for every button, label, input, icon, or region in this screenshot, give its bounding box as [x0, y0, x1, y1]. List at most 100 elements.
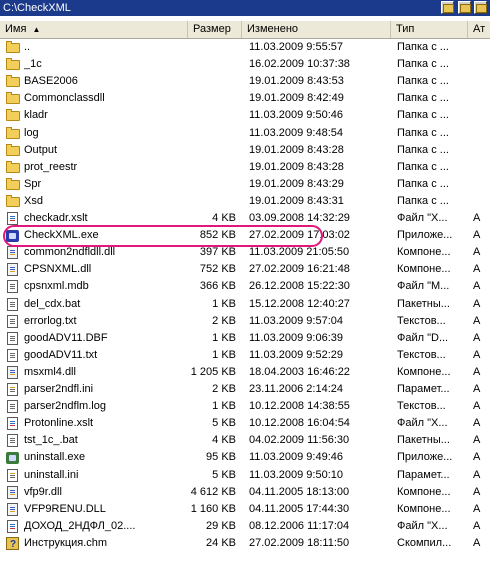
file-type: Парамет... [397, 383, 450, 395]
xml-file-icon-shape [7, 212, 18, 225]
file-type: Папка с ... [397, 144, 449, 156]
mdb-file-icon [5, 279, 20, 294]
file-type: Папка с ... [397, 75, 449, 87]
file-modified: 04.02.2009 11:56:30 [249, 434, 350, 446]
folder-icon-shape [6, 144, 20, 156]
file-row[interactable]: parser2ndfl.ini 2 KB 23.11.2006 2:14:24 Пар… [0, 381, 490, 398]
file-row[interactable]: ДОХОД_2НДФЛ_02.... 29 KB 08.12.2006 11:17:… [0, 518, 490, 535]
file-size: 852 KB [199, 229, 236, 241]
column-header-size[interactable]: Размер [188, 21, 242, 38]
folder-icon-shape [6, 109, 20, 121]
new-folder-button[interactable] [458, 1, 471, 14]
file-row[interactable]: tst_1c_.bat 4 KB 04.02.2009 11:56:30 Пакетн… [0, 432, 490, 449]
xml-file-icon-shape [7, 520, 18, 533]
file-row[interactable]: common2ndfldll.dll 397 KB 11.03.2009 21:05… [0, 244, 490, 261]
file-modified: 11.03.2009 9:48:54 [249, 127, 343, 139]
file-attributes [473, 39, 487, 56]
folder-icon-shape [6, 127, 20, 139]
folder-icon-shape [6, 92, 20, 104]
file-size: 24 KB [206, 537, 236, 549]
delete-button[interactable] [474, 1, 487, 14]
file-row[interactable]: errorlog.txt 2 KB 11.03.2009 9:57:04 Тексто… [0, 313, 490, 330]
bat-file-icon [5, 433, 20, 448]
file-size: 5 KB [212, 469, 236, 481]
file-row[interactable]: uninstall.ini 5 KB 11.03.2009 9:50:10 Парам… [0, 467, 490, 484]
folder-icon-shape [6, 75, 20, 87]
column-header-name[interactable]: Имя ▲ [0, 21, 188, 38]
file-size: 5 KB [212, 417, 236, 429]
file-modified: 04.11.2005 17:44:30 [249, 503, 350, 515]
bat-file-icon-shape [7, 434, 18, 447]
file-row[interactable]: Protonline.xslt 5 KB 10.12.2008 16:04:54 Фа… [0, 415, 490, 432]
file-row[interactable]: CheckXML.exe 852 KB 27.02.2009 17:03:02 При… [0, 227, 490, 244]
file-size [182, 176, 236, 193]
file-attributes: A [473, 246, 481, 258]
dll-file-icon [5, 262, 20, 277]
file-type: Текстов... [397, 315, 446, 327]
file-size: 1 KB [212, 298, 236, 310]
file-row[interactable]: BASE2006 19.01.2009 8:43:53 Папка с ... [0, 73, 490, 90]
file-attributes [473, 90, 487, 107]
file-type: Папка с ... [397, 41, 449, 53]
folder-icon [5, 57, 20, 72]
file-size: 366 KB [199, 280, 236, 292]
text-file-icon-shape [7, 349, 18, 362]
file-size [182, 125, 236, 142]
file-size [182, 193, 236, 210]
folder-up-button[interactable] [441, 1, 454, 14]
file-row[interactable]: kladr 11.03.2009 9:50:46 Папка с ... [0, 107, 490, 124]
file-type: Файл "М... [397, 280, 450, 292]
file-size: 752 KB [199, 263, 236, 275]
file-row[interactable]: goodADV11.DBF 1 KB 11.03.2009 9:06:39 Файл … [0, 330, 490, 347]
file-size [182, 159, 236, 176]
text-file-icon [5, 348, 20, 363]
file-row[interactable]: Инструкция.chm24 KB27.02.2009 18:11:50Ск… [0, 535, 490, 553]
file-type: Файл "Х... [397, 520, 448, 532]
file-row[interactable]: prot_reestr 19.01.2009 8:43:28 Папка с ... [0, 159, 490, 176]
file-row[interactable]: Commonclassdll 19.01.2009 8:42:49 Папка с … [0, 90, 490, 107]
file-row[interactable]: .. 11.03.2009 9:55:57 Папка с ... [0, 39, 490, 56]
file-size [182, 56, 236, 73]
file-size [182, 73, 236, 90]
file-modified: 19.01.2009 8:42:49 [249, 92, 344, 104]
file-row[interactable]: Xsd 19.01.2009 8:43:31 Папка с ... [0, 193, 490, 210]
setup-exe-icon-shape [6, 452, 19, 464]
mdb-file-icon-shape [7, 280, 18, 293]
file-size: 4 KB [212, 212, 236, 224]
file-row[interactable]: msxml4.dll 1 205 KB 18.04.2003 16:46:22 Ком… [0, 364, 490, 381]
file-row[interactable]: del_cdx.bat 1 KB 15.12.2008 12:40:27 Пакетн… [0, 296, 490, 313]
file-attributes: A [473, 451, 481, 463]
file-attributes [473, 176, 487, 193]
file-row[interactable]: log 11.03.2009 9:48:54 Папка с ... [0, 125, 490, 142]
file-row[interactable]: vfp9r.dll 4 612 KB 04.11.2005 18:13:00 Комп… [0, 484, 490, 501]
file-modified: 19.01.2009 8:43:29 [249, 178, 344, 190]
file-row[interactable]: checkadr.xslt 4 KB 03.09.2008 14:32:29 Файл… [0, 210, 490, 227]
file-row[interactable]: CPSNXML.dll 752 KB 27.02.2009 16:21:48 Комп… [0, 261, 490, 278]
file-modified: 16.02.2009 10:37:38 [249, 58, 350, 70]
column-header-modified[interactable]: Изменено [242, 21, 391, 38]
dll-file-icon-shape [7, 503, 18, 516]
column-header-attributes[interactable]: Ат [468, 21, 490, 38]
file-row[interactable]: parser2ndflm.log 1 KB 10.12.2008 14:38:55 Т… [0, 398, 490, 415]
column-header-type[interactable]: Тип [391, 21, 468, 38]
file-size [182, 90, 236, 107]
ini-file-icon [5, 468, 20, 483]
ini-file-icon-shape [7, 383, 18, 396]
file-row[interactable]: VFP9RENU.DLL 1 160 KB 04.11.2005 17:44:30 К… [0, 501, 490, 518]
file-type: Папка с ... [397, 127, 449, 139]
file-row[interactable]: cpsnxml.mdb 366 KB 26.12.2008 15:22:30 Файл… [0, 278, 490, 295]
file-row[interactable]: uninstall.exe 95 KB 11.03.2009 9:49:46 Прил… [0, 449, 490, 466]
file-row[interactable]: Spr 19.01.2009 8:43:29 Папка с ... [0, 176, 490, 193]
file-attributes: A [473, 280, 481, 292]
file-modified: 11.03.2009 21:05:50 [249, 246, 350, 258]
file-modified: 11.03.2009 9:49:46 [249, 451, 343, 463]
file-attributes: A [473, 229, 481, 241]
folder-icon [5, 126, 20, 141]
file-row[interactable]: Output 19.01.2009 8:43:28 Папка с ... [0, 142, 490, 159]
file-row[interactable]: _1c 16.02.2009 10:37:38 Папка с ... [0, 56, 490, 73]
file-row[interactable]: goodADV11.txt 1 KB 11.03.2009 9:52:29 Текст… [0, 347, 490, 364]
text-file-icon [5, 399, 20, 414]
file-modified: 19.01.2009 8:43:28 [249, 161, 344, 173]
file-attributes: A [473, 349, 481, 361]
folder-icon [443, 4, 454, 13]
